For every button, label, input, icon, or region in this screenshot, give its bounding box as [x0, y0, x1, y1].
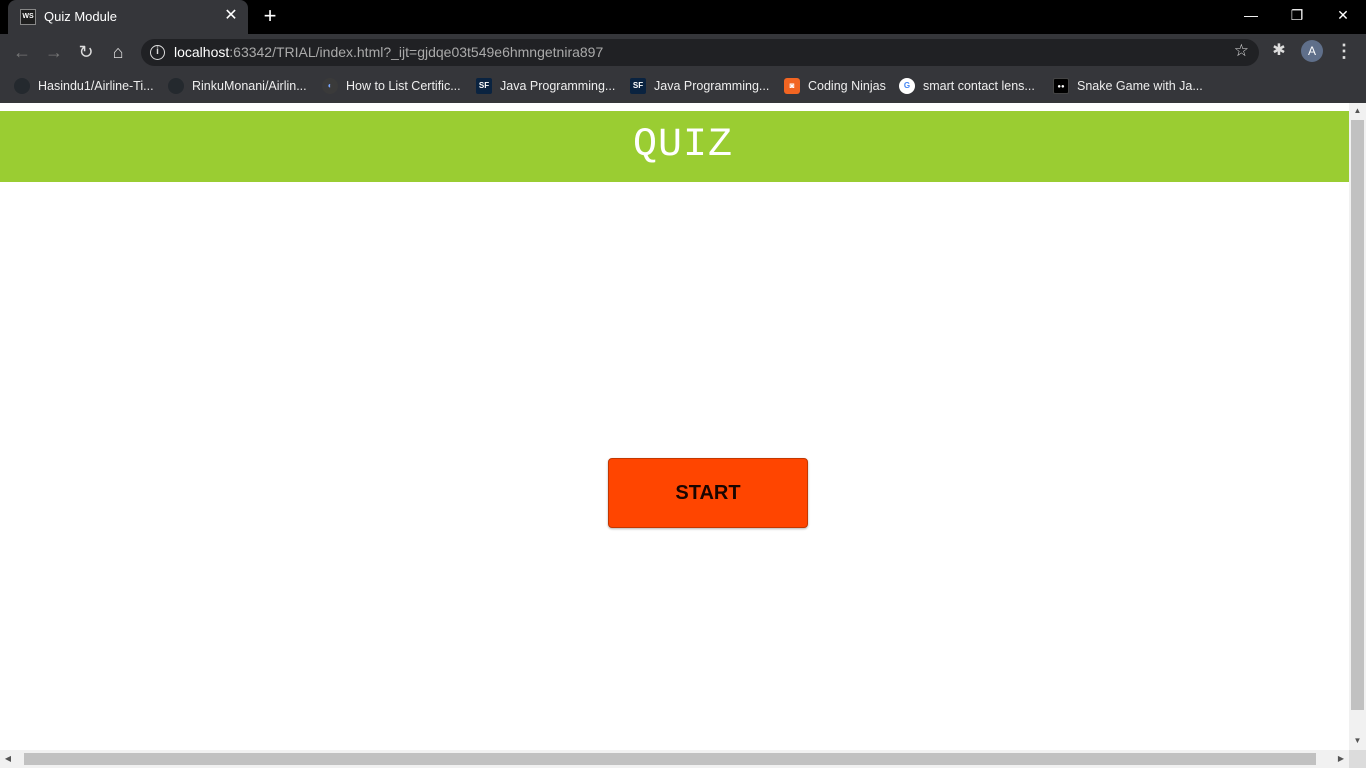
url-text[interactable]: localhost:63342/TRIAL/index.html?_ijt=gj…: [174, 44, 603, 60]
page-title: QUIZ: [632, 123, 733, 168]
scrollbar-corner: [1349, 750, 1366, 768]
tab-title: Quiz Module: [44, 9, 117, 24]
bookmark-label: Snake Game with Ja...: [1077, 79, 1203, 93]
new-tab-icon[interactable]: +: [259, 5, 281, 28]
scroll-down-icon[interactable]: ▼: [1349, 733, 1366, 748]
bookmark-label: smart contact lens...: [923, 79, 1035, 93]
browser-tab[interactable]: WS Quiz Module ✕: [8, 0, 248, 34]
quiz-header: QUIZ: [0, 111, 1349, 182]
home-icon[interactable]: ⌂: [106, 40, 130, 64]
forward-icon[interactable]: →: [42, 40, 66, 64]
bookmark-label: Java Programming...: [500, 79, 616, 93]
coding-ninjas-icon: ◙: [784, 78, 800, 94]
google-icon: G: [899, 78, 915, 94]
github-icon: [168, 78, 184, 94]
scroll-left-icon[interactable]: ◀: [0, 750, 16, 768]
start-button[interactable]: START: [608, 458, 808, 528]
horizontal-scroll-thumb[interactable]: [24, 753, 1316, 765]
bookmark-item[interactable]: G smart contact lens...: [899, 76, 1035, 96]
sf-icon: SF: [630, 78, 646, 94]
scroll-up-icon[interactable]: ▲: [1349, 103, 1366, 118]
site-info-icon[interactable]: i: [150, 45, 165, 60]
bookmark-item[interactable]: ◐ How to List Certific...: [322, 76, 461, 96]
vertical-scroll-thumb[interactable]: [1351, 120, 1364, 710]
bookmarks-bar: Hasindu1/Airline-Ti... RinkuMonani/Airli…: [0, 70, 1366, 103]
bookmark-label: RinkuMonani/Airlin...: [192, 79, 307, 93]
bookmark-item[interactable]: ◙ Coding Ninjas: [784, 76, 886, 96]
restore-icon[interactable]: ❐: [1282, 4, 1312, 28]
browser-toolbar: ← → ↻ ⌂ i localhost:63342/TRIAL/index.ht…: [0, 34, 1366, 70]
bookmark-label: Coding Ninjas: [808, 79, 886, 93]
webstorm-icon: WS: [20, 9, 36, 25]
bookmark-item[interactable]: SF Java Programming...: [630, 76, 769, 96]
minimize-icon[interactable]: —: [1236, 4, 1266, 28]
bookmark-label: How to List Certific...: [346, 79, 461, 93]
profile-avatar[interactable]: A: [1301, 40, 1323, 62]
medium-icon: ●●: [1053, 78, 1069, 94]
kebab-menu-icon[interactable]: ⋮: [1335, 40, 1353, 62]
loading-icon: ◐: [322, 78, 338, 94]
reload-icon[interactable]: ↻: [74, 40, 98, 64]
back-icon[interactable]: ←: [10, 40, 34, 64]
url-host: localhost: [174, 44, 230, 60]
sf-icon: SF: [476, 78, 492, 94]
window-close-icon[interactable]: ✕: [1328, 4, 1358, 28]
scroll-right-icon[interactable]: ▶: [1333, 750, 1349, 768]
url-path: :63342/TRIAL/index.html?_ijt=gjdqe03t549…: [229, 44, 604, 60]
tab-strip: WS Quiz Module ✕ + — ❐ ✕: [0, 0, 1366, 34]
github-icon: [14, 78, 30, 94]
bookmark-item[interactable]: SF Java Programming...: [476, 76, 615, 96]
horizontal-scrollbar[interactable]: ◀ ▶: [0, 750, 1349, 768]
bookmark-label: Hasindu1/Airline-Ti...: [38, 79, 154, 93]
vertical-scrollbar[interactable]: ▲ ▼: [1349, 103, 1366, 750]
tab-close-icon[interactable]: ✕: [222, 7, 240, 25]
bookmark-item[interactable]: RinkuMonani/Airlin...: [168, 76, 307, 96]
extensions-icon[interactable]: ✱: [1268, 40, 1290, 62]
address-bar[interactable]: i localhost:63342/TRIAL/index.html?_ijt=…: [141, 39, 1259, 66]
bookmark-item[interactable]: ●● Snake Game with Ja...: [1053, 76, 1203, 96]
bookmark-label: Java Programming...: [654, 79, 770, 93]
bookmark-star-icon[interactable]: ☆: [1234, 41, 1249, 61]
page-viewport: QUIZ START: [0, 103, 1349, 750]
bookmark-item[interactable]: Hasindu1/Airline-Ti...: [14, 76, 154, 96]
